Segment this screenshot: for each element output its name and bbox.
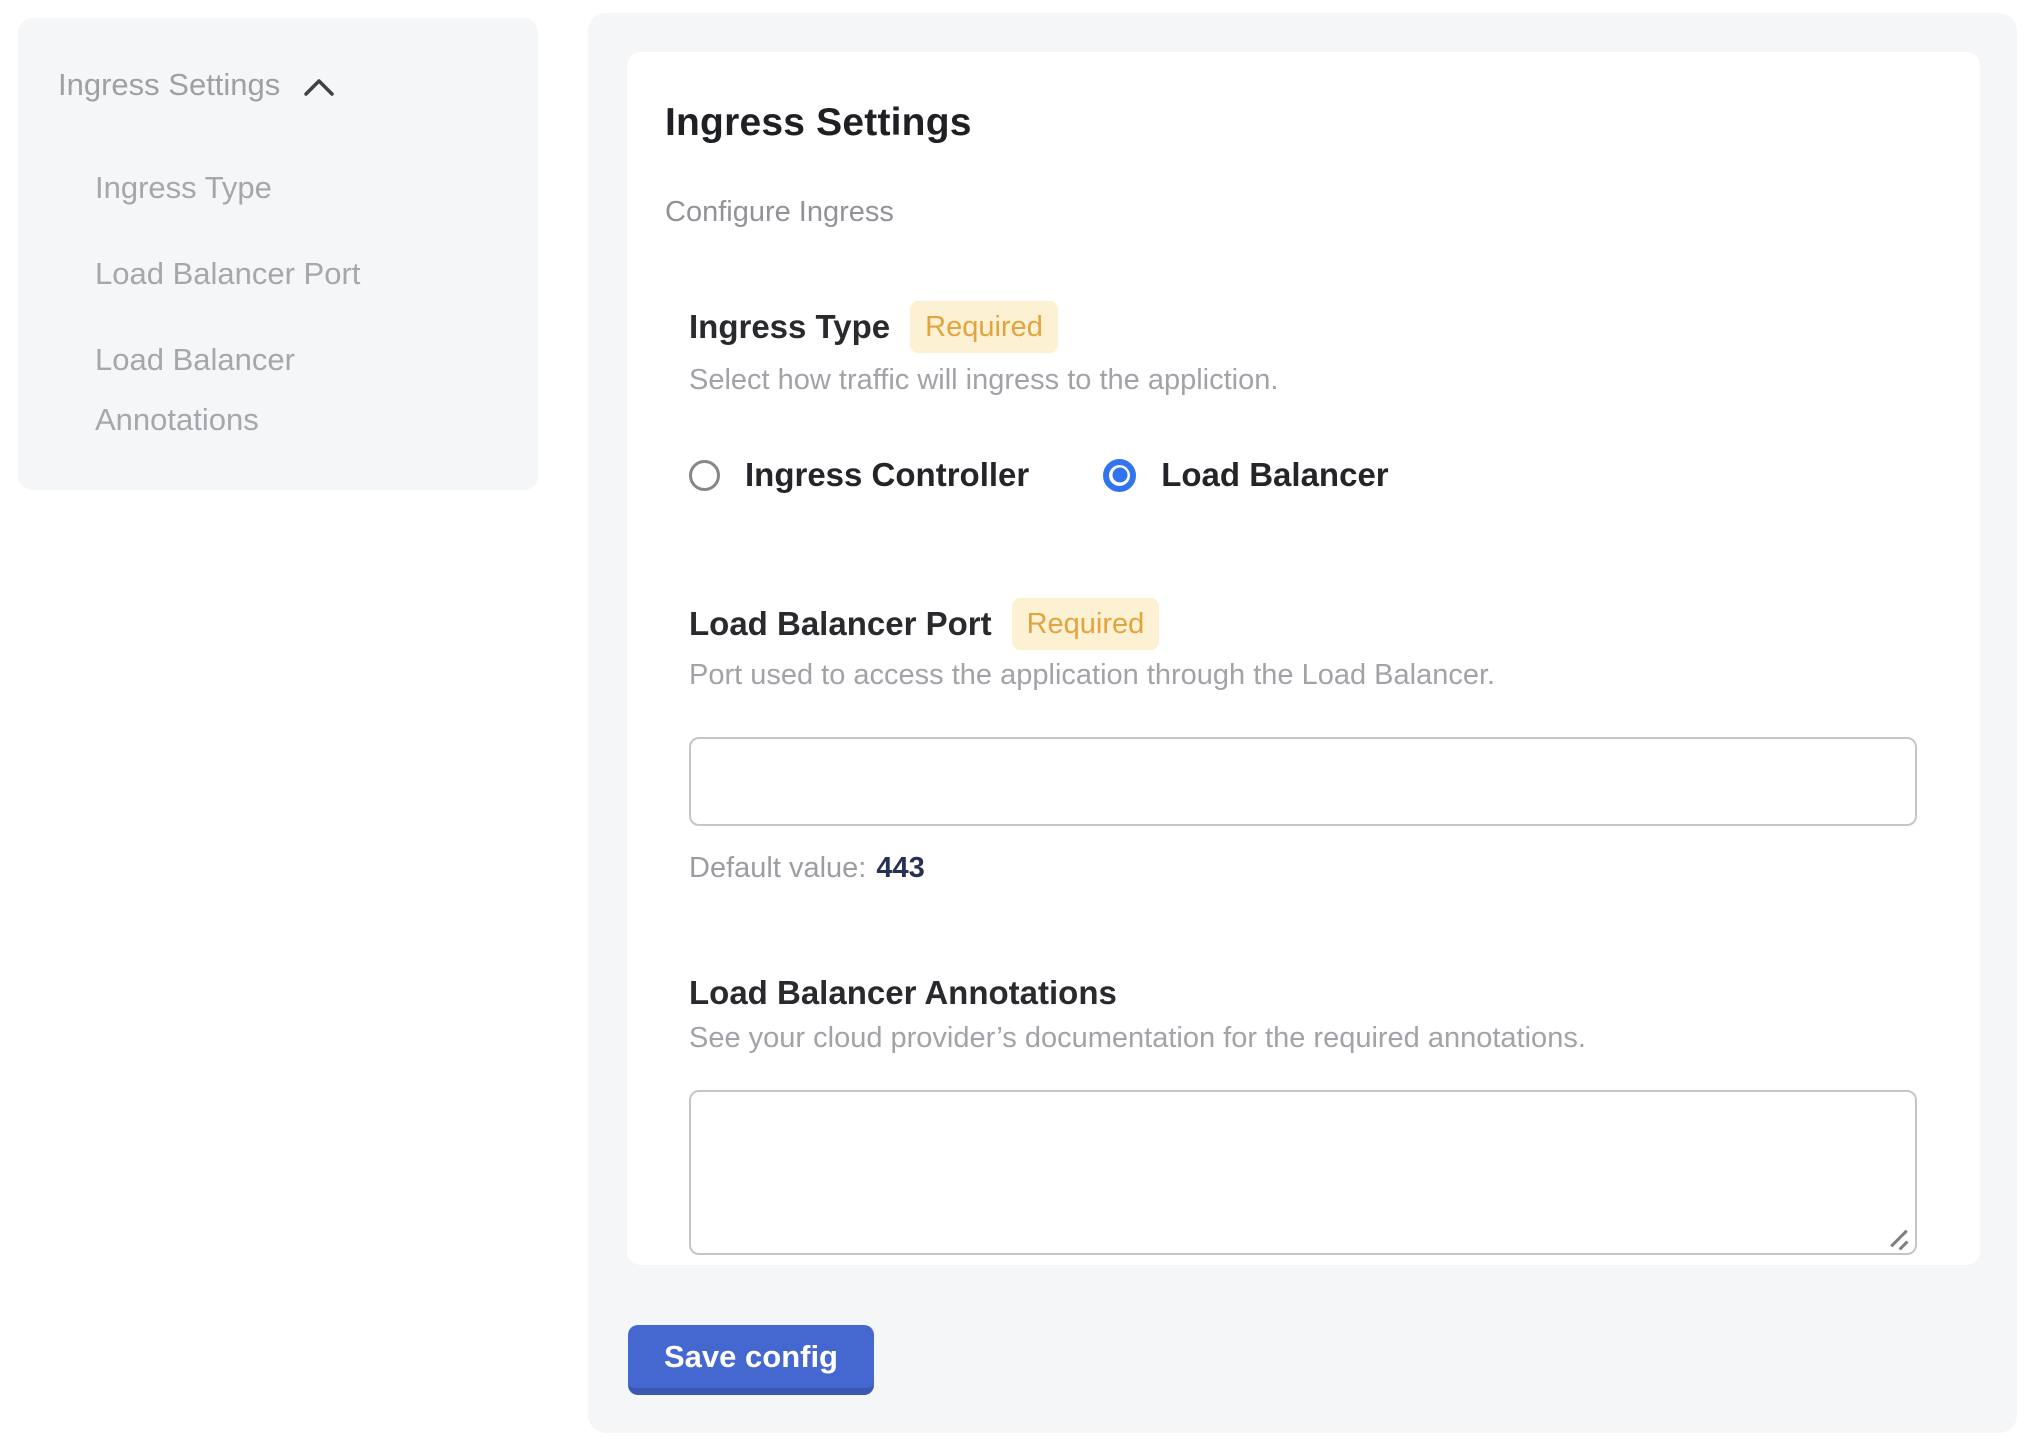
required-badge: Required: [1012, 598, 1160, 650]
radio-option-ingress-controller[interactable]: Ingress Controller: [689, 457, 1029, 493]
sidebar-group-ingress-settings[interactable]: Ingress Settings: [58, 64, 508, 106]
sidebar-item-ingress-type[interactable]: Ingress Type: [95, 158, 398, 218]
page-subtitle: Configure Ingress: [665, 195, 1917, 229]
ingress-type-label-row: Ingress Type Required: [689, 301, 1917, 353]
sidebar-nav: Ingress Type Load Balancer Port Load Bal…: [58, 158, 398, 450]
resize-handle-icon[interactable]: [1888, 1225, 1912, 1249]
ingress-type-description: Select how traffic will ingress to the a…: [689, 363, 1917, 397]
default-value: 443: [876, 852, 924, 884]
radio-option-load-balancer[interactable]: Load Balancer: [1103, 457, 1388, 493]
annotations-textarea-wrap: [689, 1090, 1917, 1255]
load-balancer-port-label: Load Balancer Port: [689, 604, 992, 644]
save-config-button[interactable]: Save config: [628, 1325, 874, 1395]
default-value-row: Default value: 443: [689, 851, 1917, 885]
radio-option-label: Load Balancer: [1161, 457, 1388, 493]
ingress-type-label: Ingress Type: [689, 307, 890, 347]
load-balancer-annotations-description: See your cloud provider’s documentation …: [689, 1021, 1917, 1055]
radio-unchecked-icon[interactable]: [689, 460, 720, 491]
default-value-label: Default value:: [689, 852, 866, 884]
main-panel: Ingress Settings Configure Ingress Ingre…: [588, 13, 2017, 1433]
radio-checked-icon[interactable]: [1103, 459, 1136, 492]
form-sections: Ingress Type Required Select how traffic…: [689, 301, 1917, 1255]
settings-sidebar: Ingress Settings Ingress Type Load Balan…: [18, 18, 538, 490]
page-title: Ingress Settings: [665, 100, 1917, 146]
sidebar-item-load-balancer-annotations[interactable]: Load Balancer Annotations: [95, 330, 398, 450]
load-balancer-annotations-label-row: Load Balancer Annotations: [689, 973, 1917, 1013]
load-balancer-annotations-textarea[interactable]: [689, 1090, 1917, 1255]
ingress-type-radio-group: Ingress Controller Load Balancer: [689, 457, 1917, 493]
required-badge: Required: [910, 301, 1058, 353]
load-balancer-port-input[interactable]: [689, 737, 1917, 826]
radio-option-label: Ingress Controller: [745, 457, 1029, 493]
load-balancer-annotations-label: Load Balancer Annotations: [689, 973, 1117, 1013]
load-balancer-port-description: Port used to access the application thro…: [689, 658, 1917, 692]
load-balancer-port-label-row: Load Balancer Port Required: [689, 598, 1917, 650]
sidebar-item-load-balancer-port[interactable]: Load Balancer Port: [95, 244, 398, 304]
ingress-settings-card: Ingress Settings Configure Ingress Ingre…: [627, 52, 1980, 1265]
chevron-up-icon[interactable]: [302, 75, 336, 99]
sidebar-group-label: Ingress Settings: [58, 64, 280, 106]
